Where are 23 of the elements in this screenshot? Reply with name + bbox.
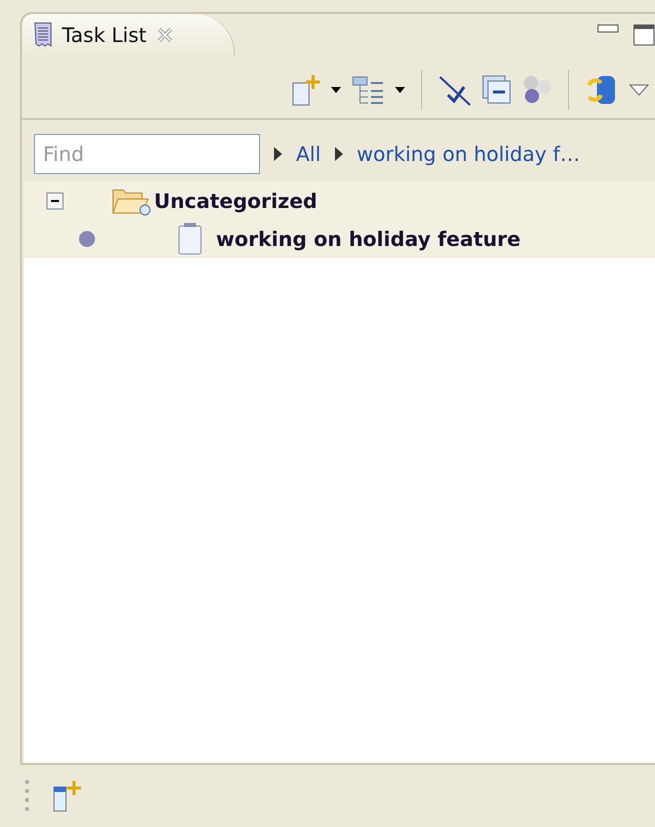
find-field[interactable]: Find <box>34 134 260 174</box>
circles-icon[interactable] <box>522 75 552 105</box>
view-tab[interactable]: Task List <box>22 14 236 56</box>
maximize-icon[interactable] <box>633 24 655 46</box>
task-icon <box>178 223 202 255</box>
arrow-icon <box>334 147 343 161</box>
tree-row[interactable]: Uncategorized <box>24 182 655 220</box>
collapse-icon[interactable] <box>46 192 64 210</box>
document-icon <box>34 22 52 48</box>
caret-icon[interactable] <box>395 87 405 93</box>
breadcrumb-link[interactable]: All <box>296 142 321 166</box>
category-label: Uncategorized <box>154 189 318 213</box>
tree-row[interactable]: working on holiday feature <box>24 220 655 258</box>
arrow-icon <box>274 147 282 161</box>
caret-icon[interactable] <box>331 87 341 93</box>
status-dot-icon <box>78 230 96 248</box>
breadcrumb-link[interactable]: working on holiday f… <box>356 142 580 166</box>
task-label: working on holiday feature <box>216 227 521 251</box>
view-menu-icon[interactable] <box>629 84 649 96</box>
grip-icon[interactable] <box>24 778 30 814</box>
minimize-icon[interactable] <box>597 24 619 34</box>
new-task-icon[interactable] <box>291 73 321 107</box>
collapse-all-icon[interactable] <box>482 75 512 105</box>
